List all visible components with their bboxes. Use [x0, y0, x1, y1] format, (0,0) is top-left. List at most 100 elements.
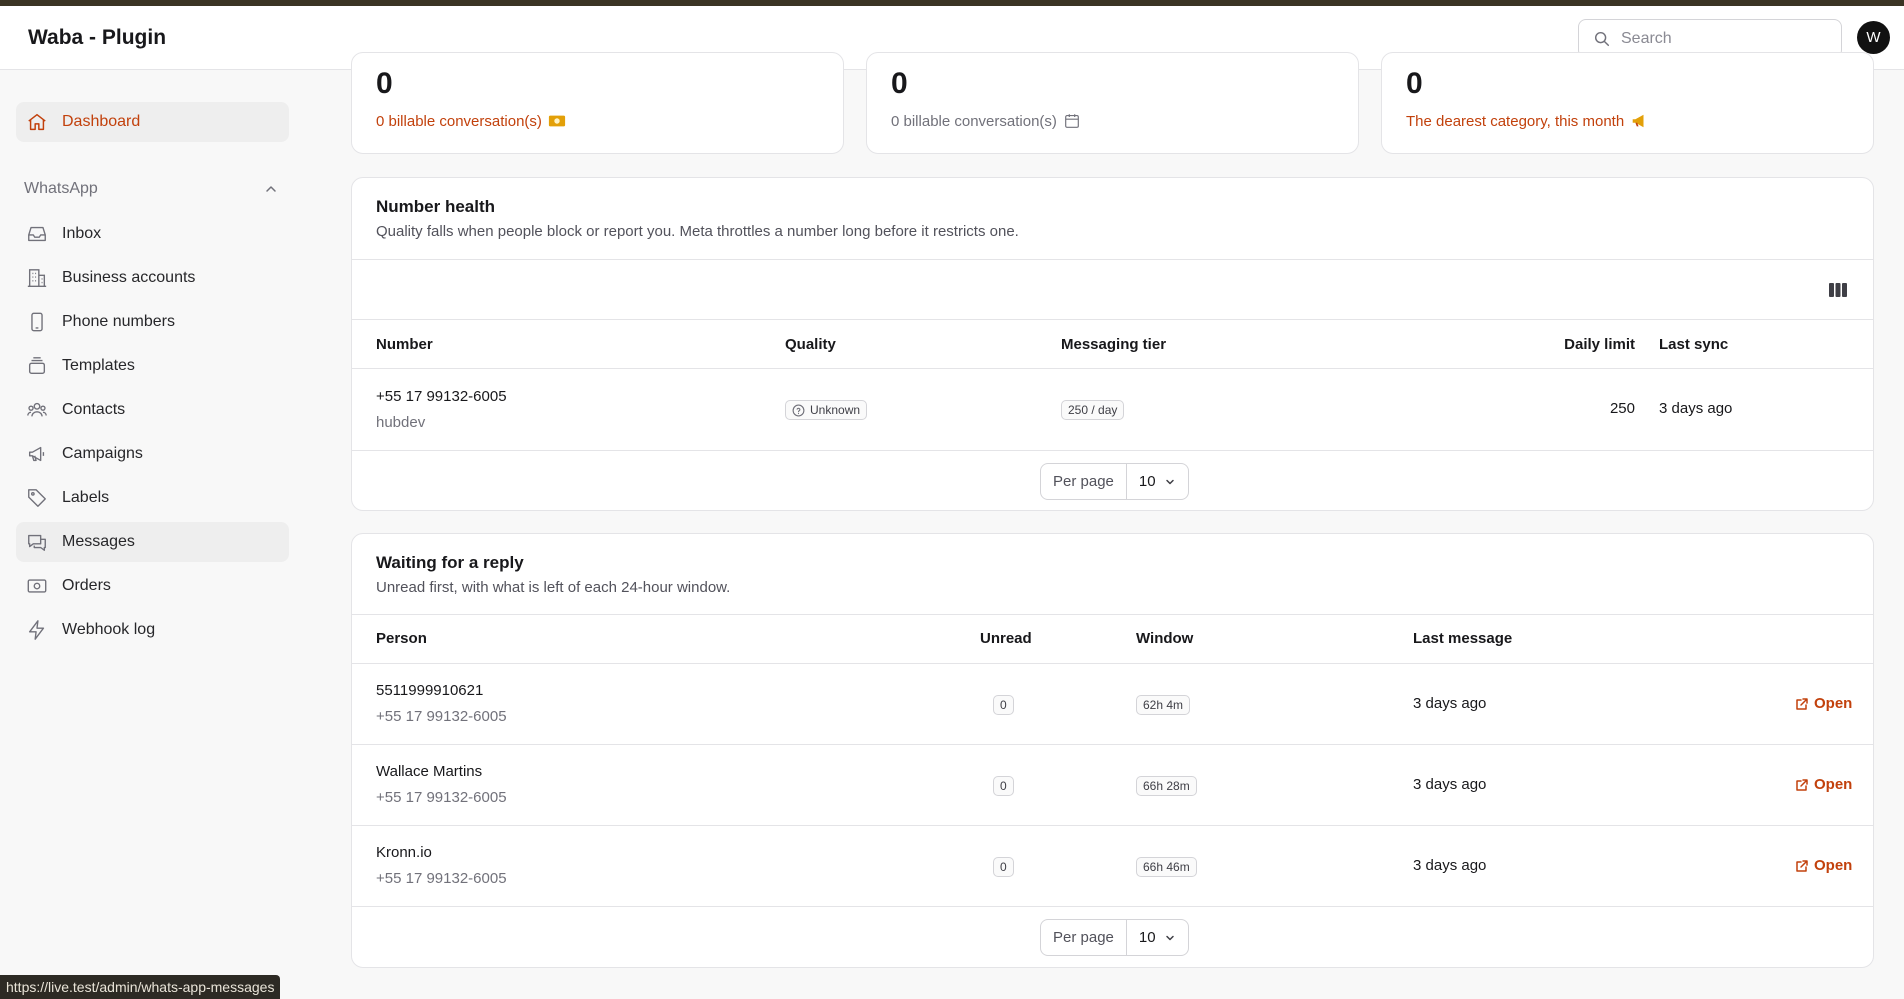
inbox-icon [28, 226, 46, 242]
column-header-window[interactable]: Window [1136, 630, 1193, 647]
waiting-reply-card: Waiting for a reply Unread first, with w… [351, 533, 1874, 968]
sidebar-group-whatsapp[interactable]: WhatsApp [24, 180, 98, 198]
question-circle-icon [792, 404, 805, 416]
column-header-person[interactable]: Person [376, 630, 427, 647]
sidebar-item-labels[interactable]: Labels [16, 478, 289, 518]
per-page-select[interactable]: Per page 10 [1040, 463, 1189, 500]
sidebar-item-label: Inbox [62, 225, 102, 242]
sidebar-item-label: Orders [62, 577, 111, 594]
stat-value: 0 [376, 67, 393, 100]
quality-badge: Unknown [785, 400, 868, 420]
divider [352, 663, 1873, 664]
sidebar-item-templates[interactable]: Templates [16, 346, 289, 386]
sidebar-item-label: Messages [62, 533, 135, 550]
chevron-up-icon[interactable] [264, 182, 278, 196]
person-number: +55 17 99132-6005 [376, 708, 507, 725]
sidebar-item-label: Templates [62, 357, 135, 374]
per-page-value[interactable]: 10 [1127, 920, 1188, 955]
sidebar-item-label: Phone numbers [62, 313, 175, 330]
megaphone-icon [1632, 114, 1644, 128]
sidebar-item-label: Dashboard [62, 113, 141, 130]
unread-count-badge: 0 [993, 695, 1014, 715]
phone-number-name: hubdev [376, 414, 426, 431]
chat-icon [28, 534, 46, 551]
open-button[interactable]: Open [1795, 857, 1852, 874]
person-name: Wallace Martins [376, 763, 483, 780]
sidebar-item-contacts[interactable]: Contacts [16, 390, 289, 430]
stat-value: 0 [1406, 67, 1423, 100]
daily-limit: 250 [1609, 400, 1635, 417]
external-link-icon [1796, 697, 1808, 710]
section-title: Number health [376, 197, 496, 216]
sidebar-item-messages[interactable]: Messages [16, 522, 289, 562]
number-health-card: Number health Quality falls when people … [351, 177, 1874, 511]
open-button[interactable]: Open [1795, 776, 1852, 793]
last-message: 3 days ago [1413, 776, 1487, 793]
divider [352, 825, 1873, 826]
sidebar-item-webhook-log[interactable]: Webhook log [16, 610, 289, 650]
open-label: Open [1814, 695, 1853, 712]
user-avatar[interactable]: W [1857, 21, 1890, 54]
stat-description: The dearest category, this month [1406, 112, 1648, 130]
unread-count-badge: 0 [993, 776, 1014, 796]
per-page-select[interactable]: Per page 10 [1040, 919, 1189, 956]
column-header-quality[interactable]: Quality [785, 336, 836, 353]
column-header-number[interactable]: Number [376, 336, 433, 353]
building-icon [27, 269, 47, 287]
last-sync: 3 days ago [1659, 400, 1733, 417]
column-header-last-message[interactable]: Last message [1413, 630, 1512, 647]
sidebar-item-dashboard[interactable]: Dashboard [16, 102, 289, 142]
person-number: +55 17 99132-6005 [376, 870, 507, 887]
sidebar-item-campaigns[interactable]: Campaigns [16, 434, 289, 474]
sidebar-item-phone-numbers[interactable]: Phone numbers [16, 302, 289, 342]
sidebar-item-label: Business accounts [62, 269, 196, 286]
divider [352, 614, 1873, 615]
search-input[interactable] [1621, 29, 1821, 48]
divider [352, 319, 1873, 320]
open-button[interactable]: Open [1795, 695, 1852, 712]
external-link-icon [1796, 859, 1808, 872]
sidebar-item-label: Webhook log [62, 621, 156, 638]
last-message: 3 days ago [1413, 695, 1487, 712]
person-number: +55 17 99132-6005 [376, 789, 507, 806]
users-icon [27, 402, 47, 417]
person-name: Kronn.io [376, 844, 432, 861]
stat-description-text: The dearest category, this month [1406, 112, 1625, 130]
quality-label: Unknown [810, 403, 861, 417]
section-description: Quality falls when people block or repor… [376, 223, 1019, 240]
column-header-messaging-tier[interactable]: Messaging tier [1061, 336, 1166, 353]
column-header-unread[interactable]: Unread [980, 630, 1032, 647]
section-title: Waiting for a reply [376, 553, 524, 572]
search-icon [1594, 31, 1610, 46]
per-page-label: Per page [1041, 920, 1127, 955]
window-badge: 66h 46m [1136, 857, 1197, 877]
sidebar: Dashboard WhatsApp Inbox Business accoun… [0, 70, 300, 999]
chevron-down-icon [1165, 935, 1174, 940]
per-page-number: 10 [1138, 929, 1156, 946]
stat-card-2: 0 0 billable conversation(s) [866, 52, 1359, 154]
columns-toggle-icon[interactable] [1828, 282, 1848, 298]
window-badge: 66h 28m [1136, 776, 1197, 796]
phone-icon [31, 312, 43, 332]
sidebar-item-inbox[interactable]: Inbox [16, 214, 289, 254]
open-label: Open [1814, 857, 1853, 874]
cash-icon [27, 579, 47, 593]
sidebar-item-business-accounts[interactable]: Business accounts [16, 258, 289, 298]
stat-description-text: 0 billable conversation(s) [891, 112, 1057, 130]
chevron-down-icon [1165, 479, 1174, 484]
column-header-last-sync[interactable]: Last sync [1659, 336, 1728, 353]
stat-card-3: 0 The dearest category, this month [1381, 52, 1874, 154]
per-page-value[interactable]: 10 [1127, 464, 1188, 499]
divider [352, 259, 1873, 260]
per-page-label: Per page [1041, 464, 1127, 499]
sidebar-item-orders[interactable]: Orders [16, 566, 289, 606]
last-message: 3 days ago [1413, 857, 1487, 874]
divider [352, 368, 1873, 369]
external-link-icon [1796, 778, 1808, 791]
column-header-daily-limit[interactable]: Daily limit [1515, 336, 1635, 353]
stat-description: 0 billable conversation(s) [891, 112, 1081, 130]
stat-description-text: 0 billable conversation(s) [376, 112, 542, 130]
open-label: Open [1814, 776, 1853, 793]
app-title[interactable]: Waba - Plugin [28, 26, 166, 50]
divider [352, 450, 1873, 451]
